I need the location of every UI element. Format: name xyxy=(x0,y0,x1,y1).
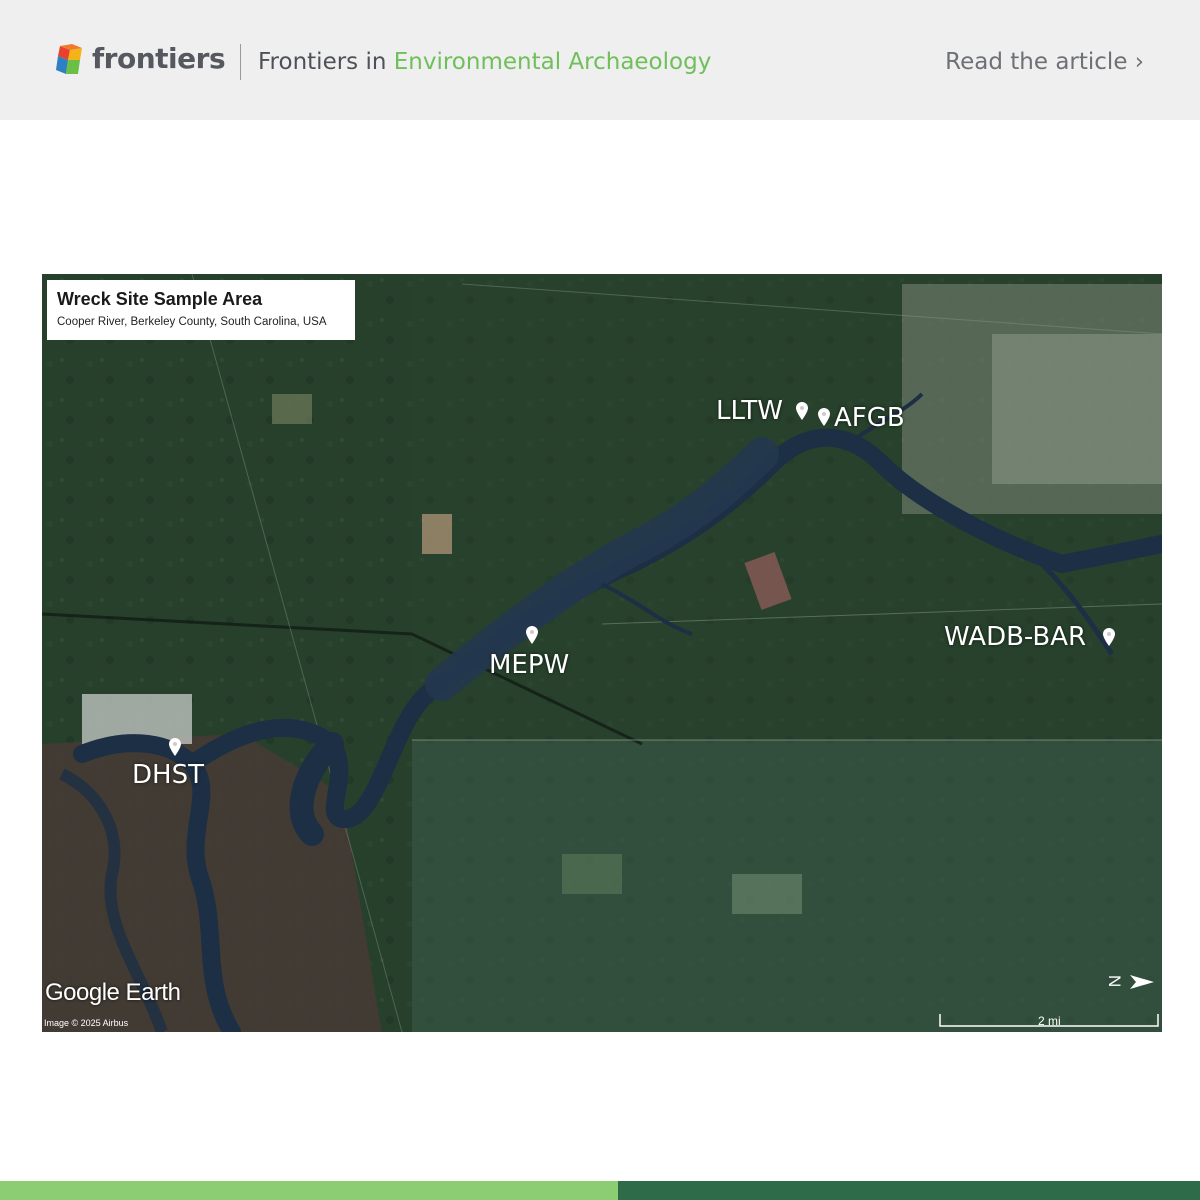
site-label-lltw: LLTW xyxy=(716,396,783,426)
north-arrow-label: N xyxy=(1106,975,1124,987)
site-label-afgb: AFGB xyxy=(834,403,905,433)
north-arrow-icon: N xyxy=(1106,975,1154,989)
map-pin-icon[interactable] xyxy=(818,408,830,426)
footer-bar-dark xyxy=(618,1181,1200,1200)
map-pin-icon[interactable] xyxy=(526,626,538,644)
brand-name[interactable]: frontiers xyxy=(92,42,226,75)
journal-name: Environmental Archaeology xyxy=(393,49,712,75)
map-legend: Wreck Site Sample Area Cooper River, Ber… xyxy=(47,280,355,340)
map-pin-icon[interactable] xyxy=(796,402,808,420)
satellite-map: Wreck Site Sample Area Cooper River, Ber… xyxy=(42,274,1162,1032)
legend-title: Wreck Site Sample Area xyxy=(57,289,263,309)
journal-title: Frontiers in Environmental Archaeology xyxy=(258,49,711,75)
journal-prefix: Frontiers in xyxy=(258,49,387,75)
footer-bar-light xyxy=(0,1181,618,1200)
site-label-dhst: DHST xyxy=(132,760,204,790)
map-pin-icon[interactable] xyxy=(169,738,181,756)
imagery-credit: Image © 2025 Airbus xyxy=(44,1018,129,1028)
site-label-wadb-bar: WADB-BAR xyxy=(944,622,1087,652)
site-header: frontiers Frontiers in Environmental Arc… xyxy=(0,0,1200,120)
header-divider xyxy=(240,44,241,80)
scale-label: 2 mi xyxy=(1038,1014,1061,1028)
map-pin-icon[interactable] xyxy=(1103,628,1115,646)
map-imagery xyxy=(42,274,1162,1032)
frontiers-logo-icon[interactable] xyxy=(54,44,86,78)
legend-subtitle: Cooper River, Berkeley County, South Car… xyxy=(57,316,327,328)
site-label-mepw: MEPW xyxy=(489,650,570,680)
read-article-link[interactable]: Read the article › xyxy=(945,49,1144,75)
google-earth-logo: Google Earth xyxy=(45,979,181,1006)
